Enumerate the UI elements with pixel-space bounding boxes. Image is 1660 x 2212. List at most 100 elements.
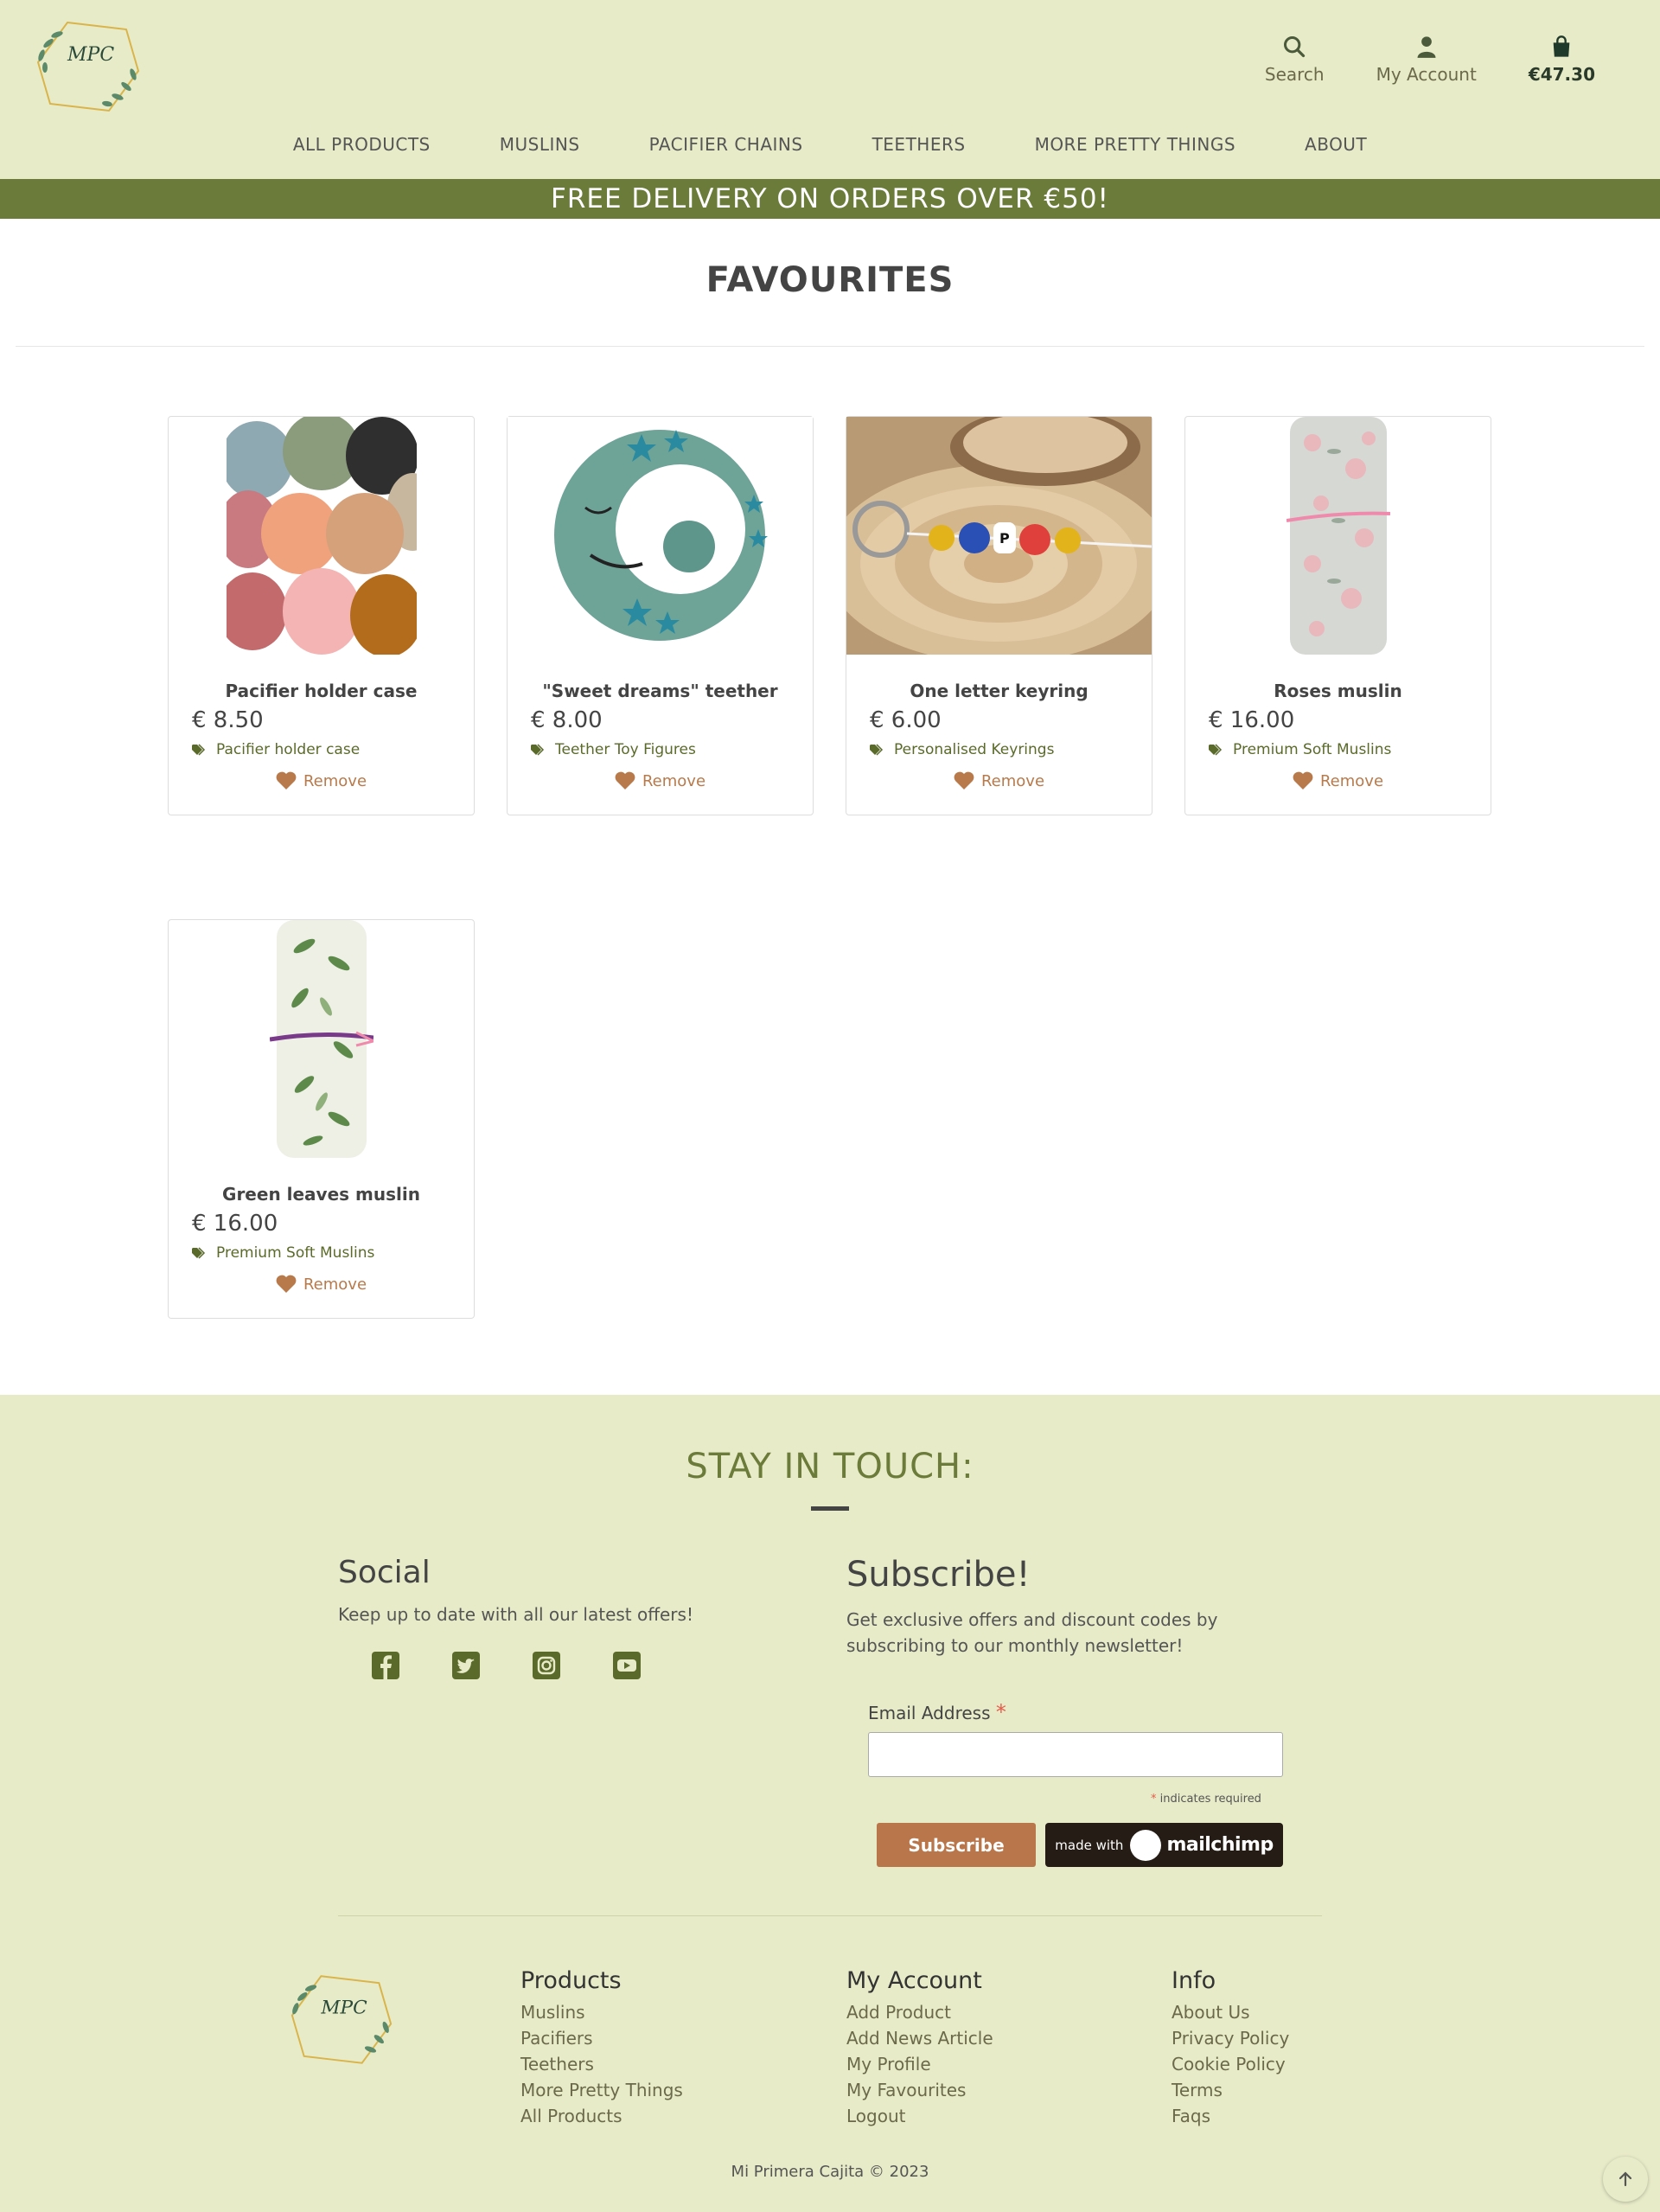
back-to-top-button[interactable]	[1603, 2157, 1648, 2202]
product-card[interactable]: "Sweet dreams" teether € 8.00 Teether To…	[507, 416, 814, 815]
footer-link-faqs[interactable]: Faqs	[1172, 2103, 1289, 2129]
product-card[interactable]: Green leaves muslin € 16.00 Premium Soft…	[168, 919, 475, 1319]
footer-products-title: Products	[520, 1967, 622, 1994]
product-category[interactable]: Premium Soft Muslins	[192, 1244, 374, 1262]
footer-link-my-profile[interactable]: My Profile	[846, 2051, 993, 2077]
header-actions: Search My Account €47.30	[1213, 35, 1595, 85]
nav-teethers[interactable]: TEETHERS	[872, 134, 966, 155]
stay-in-touch-heading: STAY IN TOUCH:	[686, 1447, 974, 1486]
footer-link-my-favourites[interactable]: My Favourites	[846, 2077, 993, 2103]
remove-favourite-button[interactable]: Remove	[169, 1275, 474, 1294]
tags-icon	[870, 744, 884, 756]
tags-icon	[1209, 744, 1223, 756]
footer-link-privacy-policy[interactable]: Privacy Policy	[1172, 2025, 1289, 2051]
facebook-icon[interactable]	[371, 1651, 400, 1680]
product-card[interactable]: Roses muslin € 16.00 Premium Soft Muslin…	[1184, 416, 1491, 815]
footer-link-logout[interactable]: Logout	[846, 2103, 993, 2129]
search-icon	[1284, 35, 1306, 58]
social-title: Social	[338, 1555, 431, 1590]
tags-icon	[192, 744, 206, 756]
search-button[interactable]: Search	[1265, 35, 1325, 85]
product-price: € 16.00	[1209, 707, 1295, 733]
product-image-one-letter-keyring[interactable]: P	[846, 417, 1152, 655]
free-delivery-banner: FREE DELIVERY ON ORDERS OVER €50!	[0, 179, 1660, 219]
subscribe-text: Get exclusive offers and discount codes …	[846, 1609, 1218, 1656]
mailchimp-badge[interactable]: made with mailchimp	[1045, 1823, 1283, 1867]
product-price: € 6.00	[870, 707, 942, 733]
nav-about[interactable]: ABOUT	[1305, 134, 1367, 155]
heart-icon	[276, 771, 297, 790]
my-account-button[interactable]: My Account	[1376, 35, 1477, 85]
remove-label: Remove	[980, 771, 1045, 790]
product-category[interactable]: Personalised Keyrings	[870, 741, 1054, 758]
social-text: Keep up to date with all our latest offe…	[338, 1604, 693, 1625]
footer-link-more-pretty-things[interactable]: More Pretty Things	[520, 2077, 683, 2103]
product-image-green-leaves-muslin[interactable]	[169, 920, 474, 1158]
nav-pacifier-chains[interactable]: PACIFIER CHAINS	[649, 134, 803, 155]
footer-link-all-products[interactable]: All Products	[520, 2103, 683, 2129]
product-image-roses-muslin[interactable]	[1185, 417, 1491, 655]
footer-link-add-product[interactable]: Add Product	[846, 1999, 993, 2025]
made-with-text: made with	[1055, 1837, 1124, 1853]
nav-more-pretty-things[interactable]: MORE PRETTY THINGS	[1035, 134, 1235, 155]
remove-favourite-button[interactable]: Remove	[169, 771, 474, 790]
footer-link-muslins[interactable]: Muslins	[520, 1999, 683, 2025]
product-category[interactable]: Teether Toy Figures	[531, 741, 696, 758]
youtube-icon[interactable]	[612, 1651, 642, 1680]
email-field[interactable]	[868, 1732, 1283, 1777]
footer-divider	[338, 1915, 1322, 1916]
instagram-icon[interactable]	[532, 1651, 561, 1680]
product-price: € 16.00	[192, 1211, 278, 1237]
remove-favourite-button[interactable]: Remove	[508, 771, 813, 790]
my-account-label: My Account	[1376, 64, 1477, 85]
product-card[interactable]: Pacifier holder case € 8.50 Pacifier hol…	[168, 416, 475, 815]
footer-account-column: My Account Add Product Add News Article …	[846, 1967, 993, 2129]
footer-link-cookie-policy[interactable]: Cookie Policy	[1172, 2051, 1289, 2077]
tags-icon	[531, 744, 545, 756]
remove-label: Remove	[303, 771, 367, 790]
product-category-label: Premium Soft Muslins	[1233, 741, 1392, 758]
svg-text:P: P	[999, 530, 1010, 547]
required-note: * indicates required	[1151, 1793, 1261, 1806]
nav-all-products[interactable]: ALL PRODUCTS	[293, 134, 431, 155]
shopping-bag-icon	[1554, 35, 1570, 57]
product-category[interactable]: Premium Soft Muslins	[1209, 741, 1391, 758]
nav-muslins[interactable]: MUSLINS	[500, 134, 580, 155]
footer-info-column: Info About Us Privacy Policy Cookie Poli…	[1172, 1967, 1289, 2129]
remove-favourite-button[interactable]: Remove	[1185, 771, 1491, 790]
footer-link-teethers[interactable]: Teethers	[520, 2051, 683, 2077]
remove-favourite-button[interactable]: Remove	[846, 771, 1152, 790]
footer-link-add-news-article[interactable]: Add News Article	[846, 2025, 993, 2051]
remove-label: Remove	[642, 771, 706, 790]
mailchimp-text: mailchimp	[1166, 1834, 1274, 1856]
product-name[interactable]: Roses muslin	[1185, 681, 1491, 701]
product-name[interactable]: One letter keyring	[846, 681, 1152, 701]
footer-link-pacifiers[interactable]: Pacifiers	[520, 2025, 683, 2051]
footer-products-column: Products Muslins Pacifiers Teethers More…	[520, 1967, 683, 2129]
site-logo[interactable]: MPC	[31, 17, 145, 118]
subscribe-button[interactable]: Subscribe	[877, 1823, 1036, 1867]
product-image-pacifier-holder-case[interactable]	[169, 417, 474, 655]
cart-button[interactable]: €47.30	[1529, 35, 1595, 85]
product-name[interactable]: "Sweet dreams" teether	[508, 681, 813, 701]
heart-icon	[615, 771, 635, 790]
required-note-star: *	[1151, 1793, 1157, 1806]
product-category-label: Premium Soft Muslins	[216, 1244, 375, 1262]
product-price: € 8.00	[531, 707, 603, 733]
product-card[interactable]: P One letter keyring € 6.00 Personalised…	[846, 416, 1152, 815]
footer-link-about-us[interactable]: About Us	[1172, 1999, 1289, 2025]
required-note-text: indicates required	[1159, 1793, 1261, 1806]
social-section: Social Keep up to date with all our late…	[338, 1555, 788, 1680]
product-name[interactable]: Green leaves muslin	[169, 1184, 474, 1205]
twitter-icon[interactable]	[451, 1651, 481, 1680]
product-category[interactable]: Pacifier holder case	[192, 741, 360, 758]
arrow-up-icon	[1618, 2171, 1632, 2187]
product-image-sweet-dreams-teether[interactable]	[508, 417, 813, 655]
footer-logo-letters: MPC	[320, 1998, 367, 2019]
heart-icon	[276, 1275, 297, 1293]
footer-link-terms[interactable]: Terms	[1172, 2077, 1289, 2103]
product-name[interactable]: Pacifier holder case	[169, 681, 474, 701]
social-links	[371, 1651, 788, 1680]
remove-label: Remove	[303, 1275, 367, 1294]
footer-logo[interactable]: MPC	[285, 1971, 398, 2070]
